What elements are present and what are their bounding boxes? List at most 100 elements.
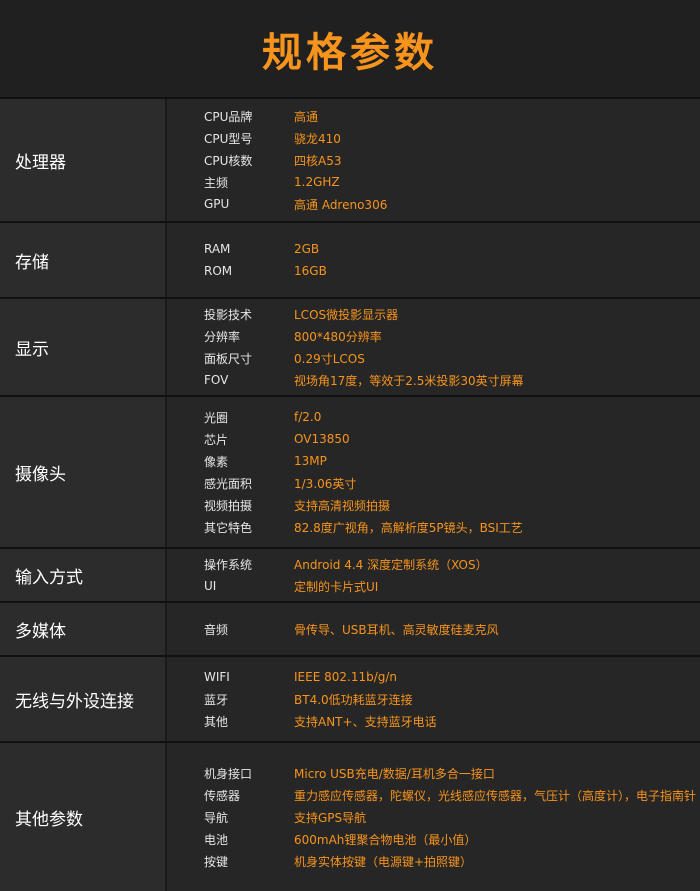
spec-section: 处理器 CPU品牌 高通 CPU型号 骁龙410 CPU核数 四核A53 主频 1.2GHZ GP… [0,97,700,221]
section-specs: 光圈 f/2.0 芯片 OV13850 像素 13MP 感光面积 1/3.06英寸视频拍摄 支持… [165,397,700,547]
section-category: 多媒体 [0,603,165,655]
spec-row: 机身接口 Micro USB充电/数据/耳机多合一接口 [204,762,700,784]
spec-value: 机身实体按键（电源键+拍照键） [294,854,473,869]
spec-label: RAM [204,242,231,256]
spec-label: ROM [204,264,233,278]
spec-label: 感光面积 [204,476,253,491]
spec-value: OV13850 [294,432,350,446]
spec-row: 面板尺寸 0.29寸LCOS [204,347,700,369]
spec-section: 无线与外设连接 WIFI IEEE 802.11b/g/n 蓝牙 BT4.0低功耗蓝牙连… [0,655,700,741]
spec-value: 高通 Adreno306 [294,197,388,212]
spec-label: 主频 [204,175,229,190]
spec-value: BT4.0低功耗蓝牙连接 [294,692,413,707]
section-specs: RAM 2GB ROM 16GB [165,223,700,297]
section-specs: 投影技术 LCOS微投影显示器分辨率 800*480分辨率面板尺寸 0.29寸LCOS… [165,299,700,395]
spec-label: UI [204,579,217,593]
spec-label: 电池 [204,832,229,847]
spec-value: IEEE 802.11b/g/n [294,670,398,684]
spec-value: 骨传导、USB耳机、高灵敏度硅麦克风 [294,622,499,637]
spec-label: 其它特色 [204,520,253,535]
spec-row: 音频 骨传导、USB耳机、高灵敏度硅麦克风 [204,618,700,640]
spec-value: Android 4.4 深度定制系统（XOS） [294,557,488,572]
spec-row: 视频拍摄 支持高清视频拍摄 [204,494,700,516]
spec-section: 摄像头 光圈 f/2.0 芯片 OV13850 像素 13MP 感光面积 1/3.06英寸 视频拍… [0,395,700,547]
spec-value: LCOS微投影显示器 [294,307,399,322]
spec-row: CPU品牌 高通 [204,105,700,127]
spec-label: 像素 [204,454,229,469]
section-specs: CPU品牌 高通 CPU型号 骁龙410 CPU核数 四核A53 主频 1.2GHZ GPU 高通… [165,99,700,221]
section-specs: 音频 骨传导、USB耳机、高灵敏度硅麦克风 [165,603,700,655]
spec-row: 其它特色 82.8度广视角，高解析度5P镜头，BSI工艺 [204,516,700,538]
spec-row: 投影技术 LCOS微投影显示器 [204,303,700,325]
spec-label: FOV [204,373,229,387]
spec-value: 高通 [294,109,319,124]
spec-row: CPU型号 骁龙410 [204,127,700,149]
spec-value: 支持GPS导航 [294,810,367,825]
spec-label: 传感器 [204,788,241,803]
spec-value: f/2.0 [294,410,322,424]
spec-value: 重力感应传感器，陀螺仪，光线感应传感器，气压计（高度计），电子指南针 [294,788,697,803]
section-category: 处理器 [0,99,165,221]
spec-label: 蓝牙 [204,692,229,707]
spec-value: 支持ANT+、支持蓝牙电话 [294,714,437,729]
spec-row: 电池 600mAh锂聚合物电池（最小值） [204,828,700,850]
spec-label: 其他 [204,714,229,729]
spec-row: UI 定制的卡片式UI [204,575,700,597]
page-header: 规格参数 [0,0,700,97]
spec-row: 蓝牙 BT4.0低功耗蓝牙连接 [204,688,700,710]
spec-section: 输入方式 操作系统 Android 4.4 深度定制系统（XOS） UI 定制的卡片式U… [0,547,700,601]
spec-row: 芯片 OV13850 [204,428,700,450]
spec-value: 16GB [294,264,327,278]
spec-row: FOV 视场角17度，等效于2.5米投影30英寸屏幕 [204,369,700,391]
section-category: 摄像头 [0,397,165,547]
spec-row: GPU 高通 Adreno306 [204,193,700,215]
spec-value: 骁龙410 [294,131,341,146]
spec-label: 分辨率 [204,329,241,344]
spec-row: 按键 机身实体按键（电源键+拍照键） [204,850,700,872]
section-category: 显示 [0,299,165,395]
spec-label: GPU [204,197,230,211]
spec-row: RAM 2GB [204,238,700,260]
spec-label: CPU型号 [204,131,253,146]
section-category: 无线与外设连接 [0,657,165,741]
spec-label: WIFI [204,670,230,684]
spec-label: 芯片 [204,432,229,447]
spec-row: 操作系统 Android 4.4 深度定制系统（XOS） [204,553,700,575]
spec-value: 定制的卡片式UI [294,579,379,594]
section-category: 其他参数 [0,743,165,891]
spec-label: 按键 [204,854,229,869]
spec-label: 投影技术 [204,307,253,322]
spec-row: 光圈 f/2.0 [204,406,700,428]
spec-label: 音频 [204,622,229,637]
spec-row: 感光面积 1/3.06英寸 [204,472,700,494]
section-category: 存储 [0,223,165,297]
spec-label: 导航 [204,810,229,825]
spec-row: 分辨率 800*480分辨率 [204,325,700,347]
spec-label: 面板尺寸 [204,351,253,366]
spec-value: Micro USB充电/数据/耳机多合一接口 [294,766,495,781]
spec-row: WIFI IEEE 802.11b/g/n [204,666,700,688]
spec-value: 2GB [294,242,320,256]
spec-section: 多媒体 音频 骨传导、USB耳机、高灵敏度硅麦克风 [0,601,700,655]
spec-row: 像素 13MP [204,450,700,472]
page-title: 规格参数 [262,29,438,76]
spec-label: 视频拍摄 [204,498,253,513]
spec-label: 机身接口 [204,766,253,781]
spec-section: 其他参数 机身接口 Micro USB充电/数据/耳机多合一接口传感器 重力感应传感器… [0,741,700,891]
spec-value: 支持高清视频拍摄 [294,498,391,513]
section-specs: WIFI IEEE 802.11b/g/n 蓝牙 BT4.0低功耗蓝牙连接其他 支持AN… [165,657,700,741]
section-category: 输入方式 [0,549,165,601]
spec-row: 其他 支持ANT+、支持蓝牙电话 [204,710,700,732]
spec-label: 操作系统 [204,557,253,572]
spec-value: 视场角17度，等效于2.5米投影30英寸屏幕 [294,373,524,388]
spec-value: 四核A53 [294,153,342,168]
spec-value: 800*480分辨率 [294,329,382,344]
spec-value: 1.2GHZ [294,175,340,189]
spec-row: 导航 支持GPS导航 [204,806,700,828]
spec-row: ROM 16GB [204,260,700,282]
spec-table: 处理器 CPU品牌 高通 CPU型号 骁龙410 CPU核数 四核A53 主频 1.2GHZ GP… [0,97,700,891]
spec-label: 光圈 [204,410,229,425]
spec-label: CPU核数 [204,153,253,168]
section-specs: 操作系统 Android 4.4 深度定制系统（XOS） UI 定制的卡片式UI [165,549,700,601]
spec-row: CPU核数 四核A53 [204,149,700,171]
